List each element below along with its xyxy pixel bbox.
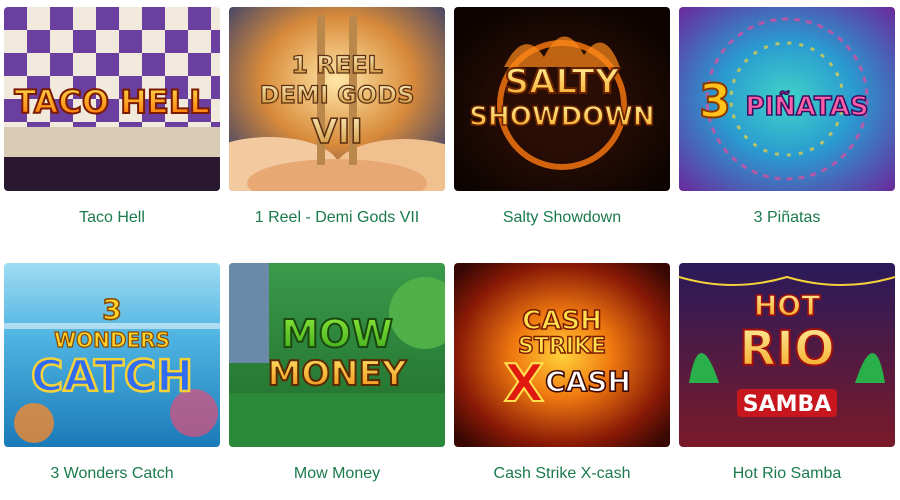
game-card-taco-hell[interactable]: TACO HELL Taco Hell	[4, 7, 220, 227]
hot-rio-logo-samba: SAMBA	[743, 392, 832, 417]
game-grid: TACO HELL Taco Hell 1 REEL DEMI GODS VII…	[0, 0, 900, 500]
game-card-cash-strike[interactable]: CASH STRIKE X CASH Cash Strike X-cash	[454, 263, 670, 483]
cash-strike-artwork: CASH STRIKE X CASH	[454, 263, 670, 447]
game-thumbnail-demi-gods[interactable]: 1 REEL DEMI GODS VII	[229, 7, 445, 191]
game-card-3-wonders-catch[interactable]: 3 WONDERS CATCH 3 Wonders Catch	[4, 263, 220, 483]
taco-hell-artwork: TACO HELL	[4, 7, 220, 191]
3-pinatas-logo-number: 3	[699, 74, 731, 128]
game-thumbnail-salty-showdown[interactable]: SALTY SHOWDOWN	[454, 7, 670, 191]
game-card-mow-money[interactable]: MOW MONEY Mow Money	[229, 263, 445, 483]
game-card-hot-rio-samba[interactable]: HOT RIO SAMBA Hot Rio Samba	[679, 263, 895, 483]
game-card-3-pinatas[interactable]: 3 PIÑATAS 3 Piñatas	[679, 7, 895, 227]
game-title-demi-gods[interactable]: 1 Reel - Demi Gods VII	[229, 209, 445, 227]
cash-strike-logo-cash: CASH	[545, 365, 631, 398]
game-thumbnail-mow-money[interactable]: MOW MONEY	[229, 263, 445, 447]
mow-money-artwork: MOW MONEY	[229, 263, 445, 447]
3-wonders-logo-word: WONDERS	[54, 328, 170, 352]
taco-hell-logo-text: TACO HELL	[14, 83, 209, 121]
salty-showdown-logo-line1: SALTY	[505, 62, 620, 102]
game-thumbnail-3-pinatas[interactable]: 3 PIÑATAS	[679, 7, 895, 191]
salty-showdown-artwork: SALTY SHOWDOWN	[454, 7, 670, 191]
cash-strike-logo-line1: CASH	[522, 306, 602, 336]
demi-gods-artwork: 1 REEL DEMI GODS VII	[229, 7, 445, 191]
mow-money-logo-line2: MONEY	[267, 354, 406, 394]
hot-rio-samba-artwork: HOT RIO SAMBA	[679, 263, 895, 447]
3-pinatas-artwork: 3 PIÑATAS	[679, 7, 895, 191]
3-wonders-logo-catch: CATCH	[31, 351, 193, 402]
3-wonders-logo-number: 3	[102, 293, 121, 326]
game-title-hot-rio-samba[interactable]: Hot Rio Samba	[679, 465, 895, 483]
game-thumbnail-taco-hell[interactable]: TACO HELL	[4, 7, 220, 191]
hot-rio-logo-rio: RIO	[739, 321, 835, 377]
game-thumbnail-cash-strike[interactable]: CASH STRIKE X CASH	[454, 263, 670, 447]
game-thumbnail-3-wonders-catch[interactable]: 3 WONDERS CATCH	[4, 263, 220, 447]
salty-showdown-logo-line2: SHOWDOWN	[469, 102, 654, 132]
game-thumbnail-hot-rio-samba[interactable]: HOT RIO SAMBA	[679, 263, 895, 447]
3-wonders-catch-artwork: 3 WONDERS CATCH	[4, 263, 220, 447]
demi-gods-logo-line1: 1 REEL	[291, 51, 383, 79]
game-title-salty-showdown[interactable]: Salty Showdown	[454, 209, 670, 227]
mow-money-logo-line1: MOW	[281, 312, 393, 356]
game-title-taco-hell[interactable]: Taco Hell	[4, 209, 220, 227]
3-pinatas-logo-word: PIÑATAS	[745, 90, 868, 122]
hot-rio-logo-hot: HOT	[754, 289, 820, 322]
game-title-3-wonders-catch[interactable]: 3 Wonders Catch	[4, 465, 220, 483]
game-card-salty-showdown[interactable]: SALTY SHOWDOWN Salty Showdown	[454, 7, 670, 227]
game-title-cash-strike[interactable]: Cash Strike X-cash	[454, 465, 670, 483]
demi-gods-logo-line2: DEMI GODS	[260, 81, 415, 109]
game-title-mow-money[interactable]: Mow Money	[229, 465, 445, 483]
game-title-3-pinatas[interactable]: 3 Piñatas	[679, 209, 895, 227]
game-card-demi-gods[interactable]: 1 REEL DEMI GODS VII 1 Reel - Demi Gods …	[229, 7, 445, 227]
demi-gods-logo-line3: VII	[311, 112, 363, 152]
cash-strike-logo-x: X	[504, 354, 544, 414]
